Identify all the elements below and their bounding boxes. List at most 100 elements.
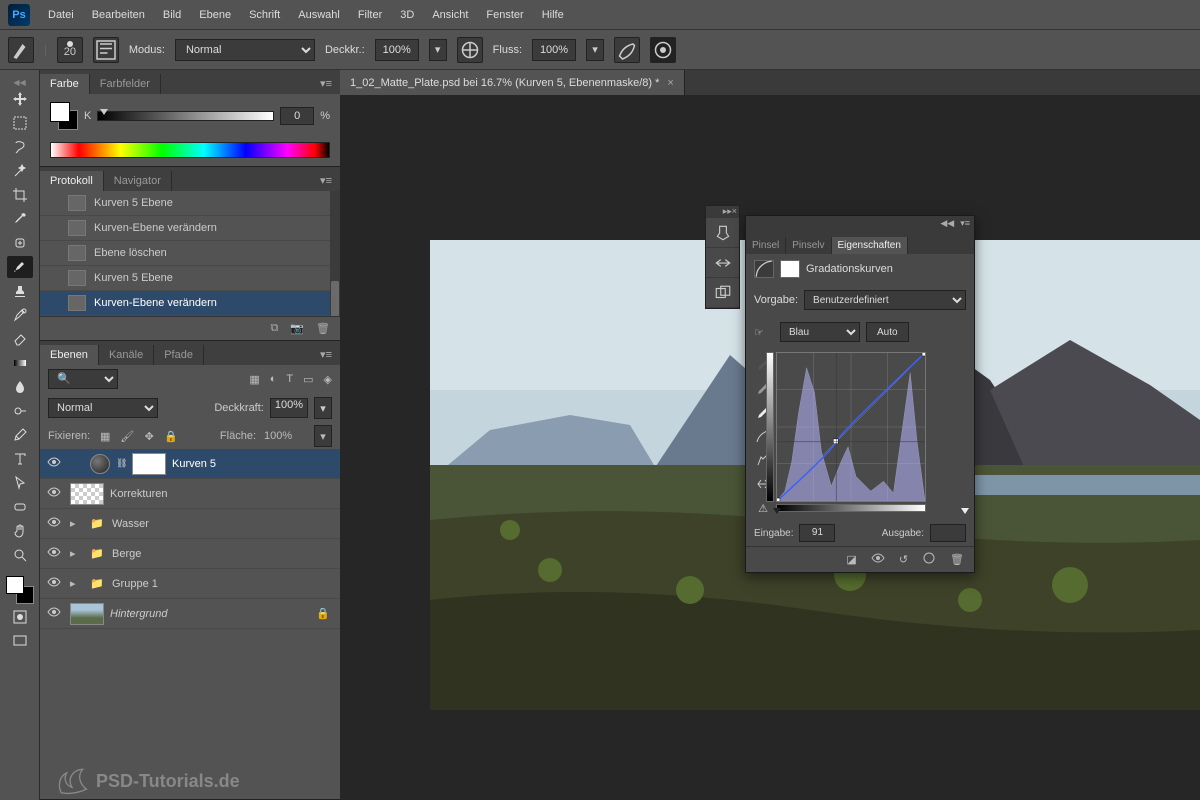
toggle-visibility-icon[interactable] (871, 551, 885, 568)
lock-pixels-icon[interactable]: 🖌 (120, 429, 134, 443)
filter-adjust-icon[interactable]: ◐ (270, 373, 277, 386)
visibility-toggle[interactable] (44, 575, 64, 592)
layer-name[interactable]: Korrekturen (110, 488, 336, 500)
layer-name[interactable]: Kurven 5 (172, 458, 336, 470)
history-scrollbar[interactable] (330, 191, 340, 316)
hand-tool[interactable] (7, 520, 33, 542)
color-swatches[interactable] (6, 576, 34, 604)
layer-row[interactable]: ⛓Kurven 5 (40, 449, 340, 479)
pressure-opacity-icon[interactable] (457, 37, 483, 63)
lock-all-icon[interactable]: 🔒 (164, 429, 178, 443)
opacity-dropdown[interactable]: ▾ (429, 39, 447, 61)
filter-shape-icon[interactable]: ▭ (303, 373, 313, 386)
layer-row[interactable]: Korrekturen (40, 479, 340, 509)
tab-kanaele[interactable]: Kanäle (99, 345, 154, 365)
channel-select[interactable]: Blau (780, 322, 860, 342)
heal-tool[interactable] (7, 232, 33, 254)
layer-row[interactable]: ▸📁Gruppe 1 (40, 569, 340, 599)
menu-bearbeiten[interactable]: Bearbeiten (92, 9, 145, 21)
history-item[interactable]: Kurven-Ebene verändern (40, 291, 340, 316)
brush-tool[interactable] (7, 256, 33, 278)
filter-pixel-icon[interactable]: ▦ (249, 373, 259, 386)
marquee-tool[interactable] (7, 112, 33, 134)
path-select-tool[interactable] (7, 472, 33, 494)
menu-ansicht[interactable]: Ansicht (432, 9, 468, 21)
lasso-tool[interactable] (7, 136, 33, 158)
tab-ebenen[interactable]: Ebenen (40, 345, 99, 365)
menu-bild[interactable]: Bild (163, 9, 181, 21)
tab-navigator[interactable]: Navigator (104, 171, 172, 191)
history-brush-tool[interactable] (7, 304, 33, 326)
visibility-toggle[interactable] (44, 545, 64, 562)
trash-icon[interactable]: 🗑 (316, 322, 330, 335)
dock-clone-icon[interactable] (706, 278, 739, 308)
dodge-tool[interactable] (7, 400, 33, 422)
layer-thumb[interactable] (70, 603, 104, 625)
white-point-slider[interactable] (961, 508, 969, 514)
clip-warning-icon[interactable]: ⚠ (754, 500, 772, 516)
view-previous-icon[interactable] (922, 551, 936, 568)
airbrush-icon[interactable] (614, 37, 640, 63)
snapshot-icon[interactable]: 📷 (290, 322, 304, 335)
type-tool[interactable] (7, 448, 33, 470)
layer-thumb[interactable] (70, 483, 104, 505)
preset-select[interactable]: Benutzerdefiniert (804, 290, 966, 310)
fill-dropdown[interactable]: ▾ (314, 425, 332, 447)
menu-fenster[interactable]: Fenster (486, 9, 523, 21)
menu-hilfe[interactable]: Hilfe (542, 9, 564, 21)
blend-mode-select[interactable]: Normal (175, 39, 315, 61)
layer-name[interactable]: Gruppe 1 (112, 578, 336, 590)
tab-pinselv[interactable]: Pinselv (786, 237, 831, 254)
menu-datei[interactable]: Datei (48, 9, 74, 21)
visibility-toggle[interactable] (44, 605, 64, 622)
eraser-tool[interactable] (7, 328, 33, 350)
opacity-value[interactable]: 100% (375, 39, 419, 61)
mask-thumb[interactable] (132, 453, 166, 475)
curves-grid[interactable] (776, 352, 926, 502)
reset-icon[interactable]: ↺ (899, 553, 908, 566)
fg-bg-swatch[interactable] (50, 102, 78, 130)
k-value[interactable]: 0 (280, 107, 314, 125)
disclosure-triangle[interactable]: ▸ (70, 577, 82, 590)
gradient-tool[interactable] (7, 352, 33, 374)
layer-name[interactable]: Berge (112, 548, 336, 560)
layer-name[interactable]: Hintergrund (110, 608, 310, 620)
auto-button[interactable]: Auto (866, 322, 909, 342)
history-item[interactable]: Ebene löschen (40, 241, 340, 266)
menu-3d[interactable]: 3D (400, 9, 414, 21)
layer-opacity-value[interactable]: 100% (270, 398, 308, 418)
history-item[interactable]: Kurven-Ebene verändern (40, 216, 340, 241)
tab-pinsel[interactable]: Pinsel (746, 237, 786, 254)
input-value[interactable]: 91 (799, 524, 835, 542)
layer-opacity-dropdown[interactable]: ▾ (314, 397, 332, 419)
document-tab[interactable]: 1_02_Matte_Plate.psd bei 16.7% (Kurven 5… (340, 70, 685, 95)
menu-auswahl[interactable]: Auswahl (298, 9, 340, 21)
panel-menu-icon[interactable]: ▾≡ (312, 170, 340, 191)
pressure-size-icon[interactable] (650, 37, 676, 63)
clip-to-layer-icon[interactable]: ◪ (846, 553, 856, 566)
tab-farbe[interactable]: Farbe (40, 74, 90, 94)
menu-filter[interactable]: Filter (358, 9, 382, 21)
blur-tool[interactable] (7, 376, 33, 398)
flow-value[interactable]: 100% (532, 39, 576, 61)
panel-menu-icon[interactable]: ▾≡ (312, 344, 340, 365)
brush-panel-toggle[interactable] (93, 37, 119, 63)
history-item[interactable]: Kurven 5 Ebene (40, 266, 340, 291)
history-item[interactable]: Kurven 5 Ebene (40, 191, 340, 216)
panel-menu-icon[interactable]: ▾≡ (312, 73, 340, 94)
screenmode-toggle[interactable] (7, 630, 33, 652)
crop-tool[interactable] (7, 184, 33, 206)
mask-thumb-icon[interactable] (780, 260, 800, 278)
disclosure-triangle[interactable]: ▸ (70, 547, 82, 560)
spectrum-bar[interactable] (50, 142, 330, 158)
fill-value[interactable]: 100% (264, 430, 306, 442)
eyedropper-tool[interactable] (7, 208, 33, 230)
visibility-toggle[interactable] (44, 515, 64, 532)
finger-icon[interactable]: ☞ (754, 326, 774, 339)
layer-blend-select[interactable]: Normal (48, 398, 158, 418)
pen-tool[interactable] (7, 424, 33, 446)
new-doc-from-state-icon[interactable]: ⧉ (270, 322, 278, 335)
tool-preset-picker[interactable] (8, 37, 34, 63)
zoom-tool[interactable] (7, 544, 33, 566)
delete-adjustment-icon[interactable]: 🗑 (950, 553, 964, 566)
